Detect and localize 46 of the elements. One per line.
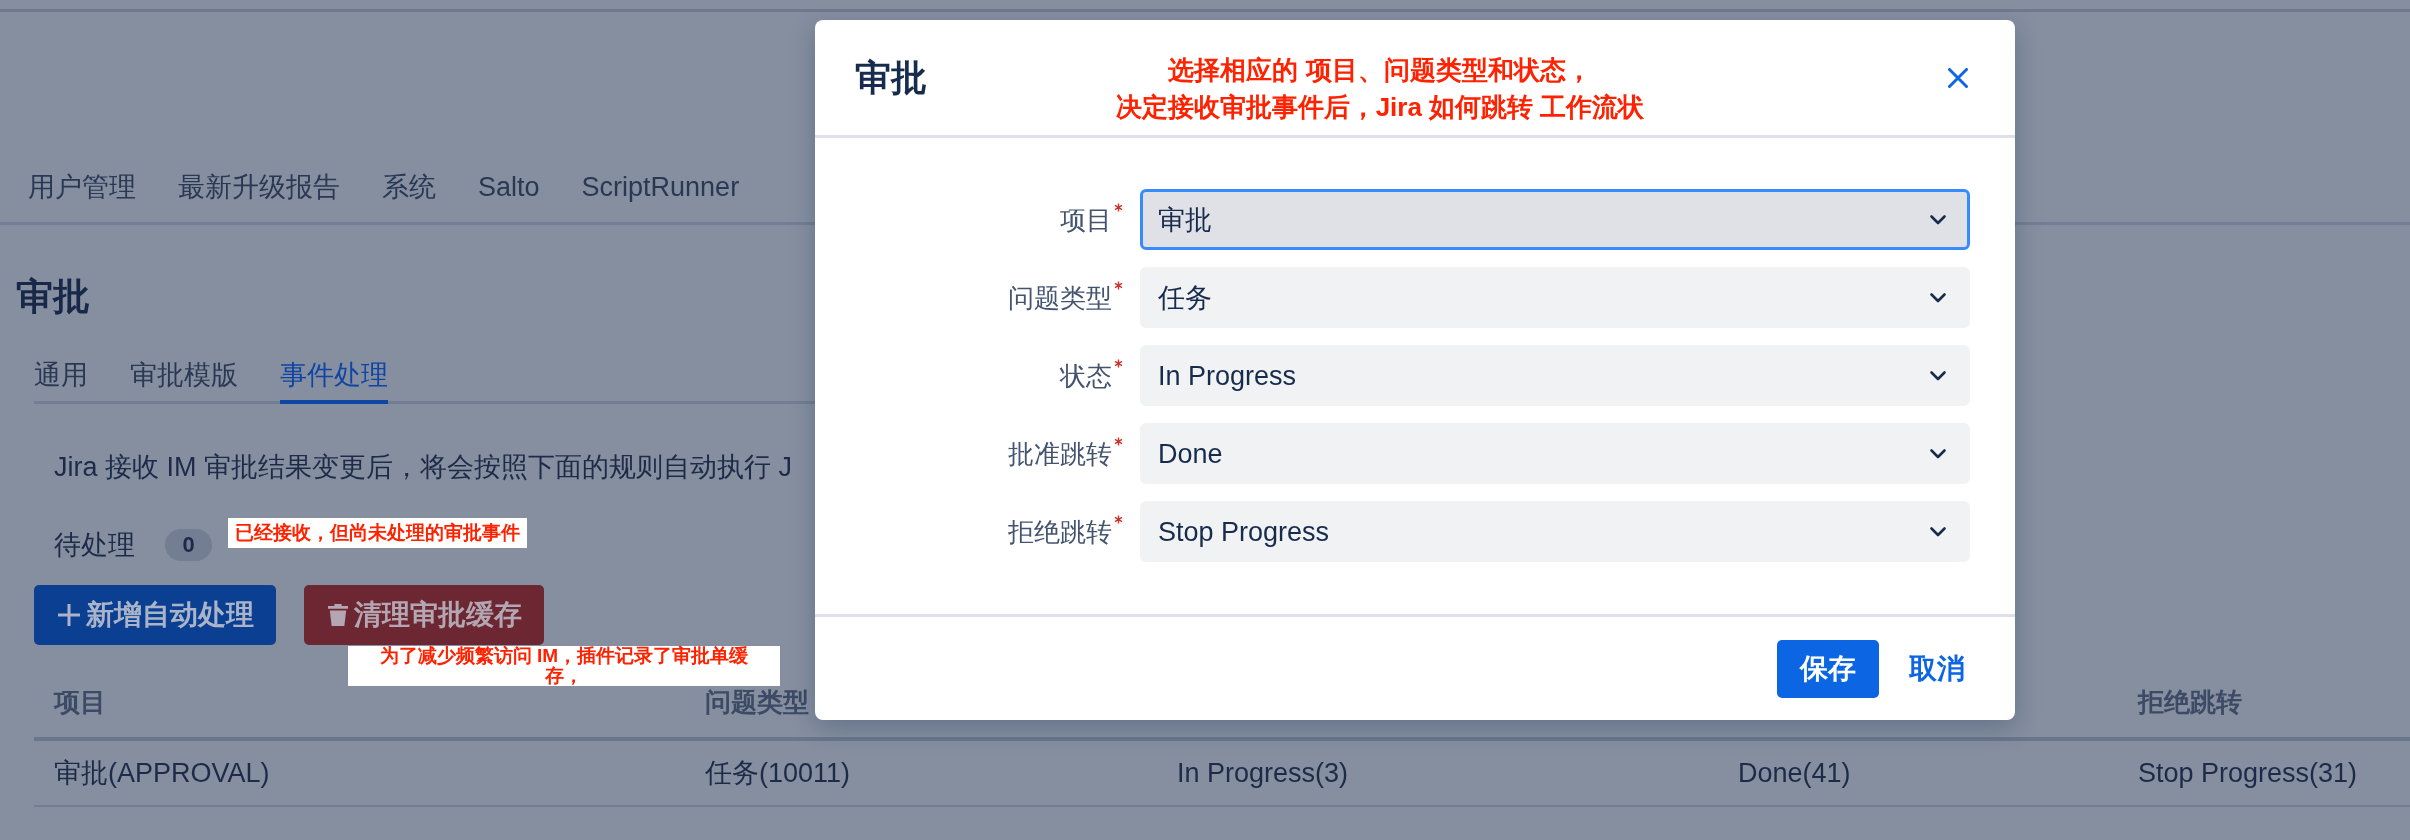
chevron-down-icon: [1929, 213, 1947, 226]
annotation-note: 为了减少频繁访问 IM，插件记录了审批单缓存，: [348, 646, 780, 686]
field-label: 状态: [1060, 359, 1112, 393]
chevron-down-icon: [1929, 369, 1947, 382]
cancel-button[interactable]: 取消: [1899, 639, 1975, 698]
nav-link[interactable]: 用户管理: [28, 169, 136, 205]
annotation-note: 选择相应的 项目、问题类型和状态， 决定接收审批事件后，Jira 如何跳转 工作流状: [1115, 54, 1645, 124]
column-header: 项目: [54, 687, 106, 717]
select-field[interactable]: Stop Progress: [1140, 501, 1970, 562]
add-button[interactable]: 新增自动处理: [34, 585, 276, 645]
select-field[interactable]: 任务: [1140, 267, 1970, 328]
save-button[interactable]: 保存: [1777, 639, 1879, 698]
page-title: 审批: [16, 275, 90, 319]
select-field[interactable]: 审批: [1140, 189, 1970, 250]
column-header: 问题类型: [705, 687, 809, 717]
dialog-title: 审批: [855, 55, 927, 100]
chevron-down-icon: [1929, 291, 1947, 304]
tab[interactable]: 审批模版: [130, 357, 238, 404]
trash-icon: [328, 604, 348, 626]
nav-link[interactable]: 系统: [382, 169, 436, 205]
plus-icon: [58, 604, 80, 626]
tab[interactable]: 通用: [34, 357, 88, 404]
table-cell: Done(41): [1738, 758, 1851, 788]
close-icon: [1948, 67, 1968, 88]
nav-link[interactable]: ScriptRunner: [581, 169, 740, 205]
clear-cache-button[interactable]: 清理审批缓存: [304, 585, 544, 645]
table-cell: 审批(APPROVAL): [54, 758, 270, 788]
tab[interactable]: 事件处理: [280, 357, 388, 404]
field-label: 项目: [1060, 203, 1112, 237]
table-cell: 任务(10011): [705, 758, 851, 788]
annotation-note: 已经接收，但尚未处理的审批事件: [228, 518, 527, 548]
select-field[interactable]: Done: [1140, 423, 1970, 484]
field-label: 问题类型: [1008, 281, 1112, 315]
table-cell: In Progress(3): [1177, 758, 1349, 788]
field-label: 批准跳转: [1008, 437, 1112, 471]
pending-label: 待处理: [54, 529, 135, 562]
field-label: 拒绝跳转: [1008, 515, 1112, 549]
nav-link[interactable]: 最新升级报告: [178, 169, 340, 205]
description-text: Jira 接收 IM 审批结果变更后，将会按照下面的规则自动执行 J: [54, 451, 792, 484]
chevron-down-icon: [1929, 447, 1947, 460]
column-header: 拒绝跳转: [2138, 687, 2242, 717]
count-badge: 0: [165, 529, 212, 561]
table-cell: Stop Progress(31): [2138, 758, 2358, 788]
select-field[interactable]: In Progress: [1140, 345, 1970, 406]
chevron-down-icon: [1929, 525, 1947, 538]
nav-link[interactable]: Salto: [478, 169, 540, 205]
